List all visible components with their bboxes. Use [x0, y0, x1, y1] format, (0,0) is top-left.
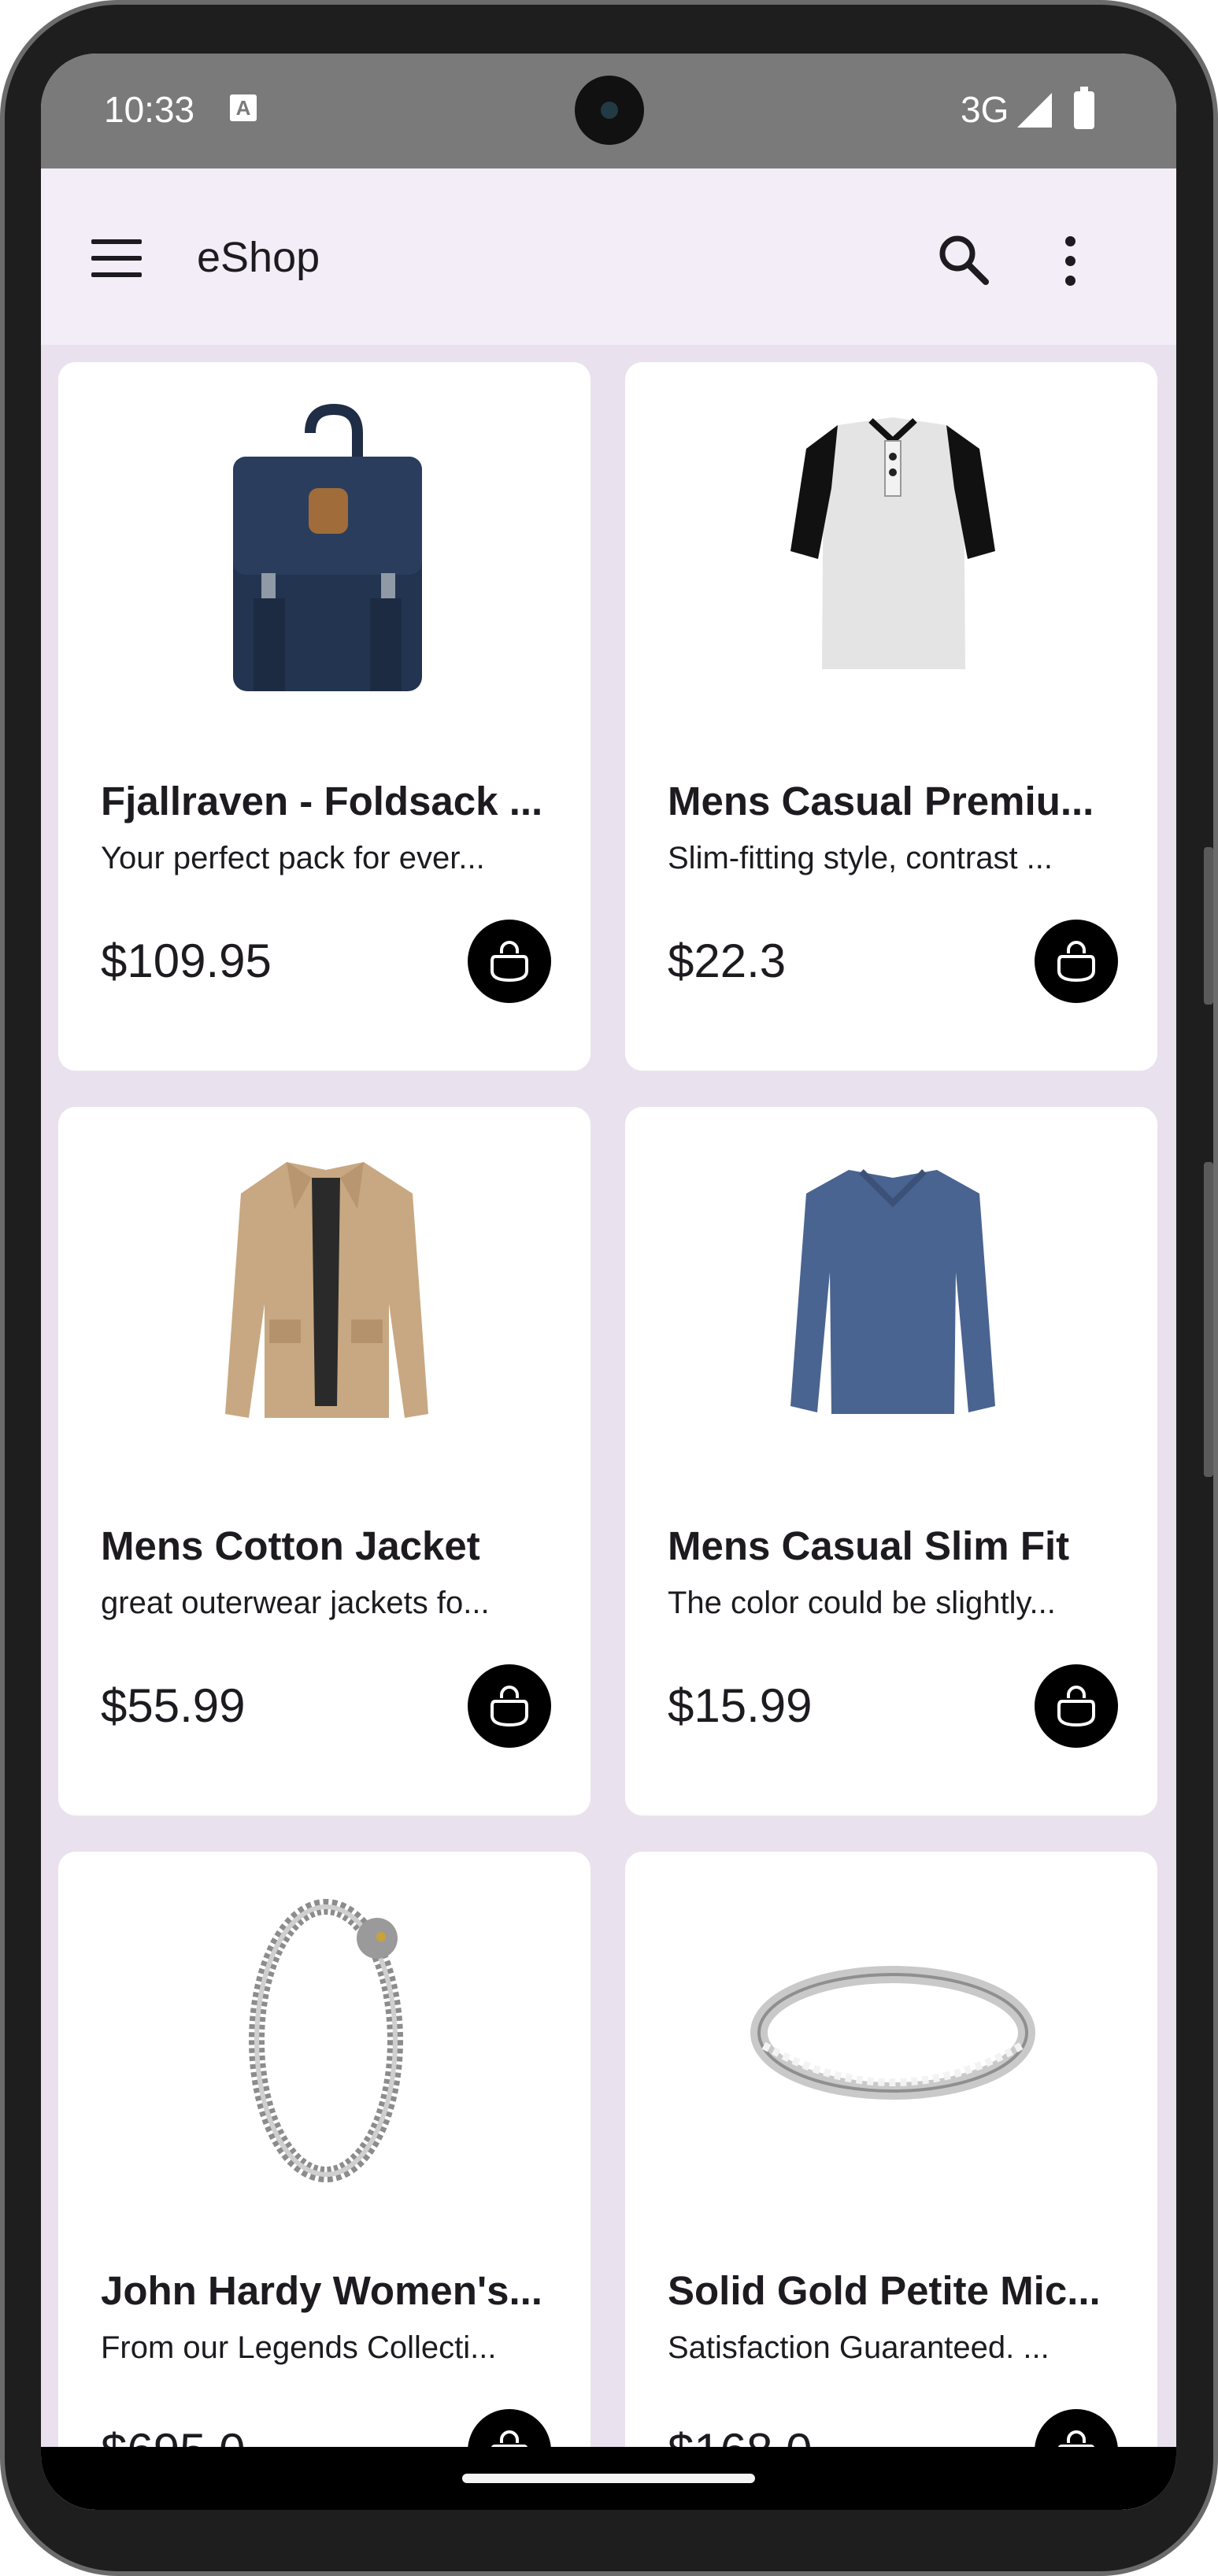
product-description: great outerwear jackets fo... — [101, 1586, 490, 1620]
ring-image — [750, 1966, 1035, 2100]
product-description: Satisfaction Guaranteed. ... — [668, 2330, 1050, 2365]
product-price: $109.95 — [101, 935, 272, 987]
gesture-handle[interactable] — [462, 2474, 755, 2483]
add-to-cart-button[interactable] — [468, 920, 551, 1003]
add-to-cart-button[interactable] — [468, 1664, 551, 1748]
product-title: Fjallraven - Foldsack ... — [101, 779, 543, 824]
shopping-bag-icon — [491, 941, 528, 983]
jacket-image — [225, 1162, 428, 1418]
menu-icon[interactable] — [91, 239, 142, 277]
phone-frame: 10:33 A 3G eShop Fjallraven - Foldsack .… — [0, 0, 1218, 2576]
add-to-cart-button[interactable] — [1035, 920, 1118, 1003]
product-title: John Hardy Women's... — [101, 2268, 542, 2313]
product-description: The color could be slightly... — [668, 1586, 1056, 1620]
shopping-bag-icon — [1057, 1686, 1095, 1727]
shopping-bag-icon — [1057, 941, 1095, 983]
product-price: $15.99 — [668, 1679, 813, 1732]
product-card[interactable]: Solid Gold Petite Mic... Satisfaction Gu… — [625, 1852, 1157, 2510]
long-sleeve-shirt-image — [790, 1169, 995, 1414]
product-price: $55.99 — [101, 1679, 246, 1732]
product-description: Your perfect pack for ever... — [101, 841, 485, 875]
product-title: Solid Gold Petite Mic... — [668, 2268, 1101, 2313]
product-description: From our Legends Collecti... — [101, 2330, 497, 2365]
search-icon[interactable] — [935, 231, 990, 287]
product-card[interactable]: Fjallraven - Foldsack ... Your perfect p… — [58, 362, 590, 1071]
product-title: Mens Cotton Jacket — [101, 1523, 480, 1568]
battery-icon — [1074, 87, 1094, 129]
shopping-bag-icon — [491, 1686, 528, 1727]
network-type: 3G — [961, 89, 1009, 130]
product-price: $22.3 — [668, 935, 787, 987]
product-description: Slim-fitting style, contrast ... — [668, 841, 1053, 875]
product-card[interactable]: Mens Cotton Jacket great outerwear jacke… — [58, 1107, 590, 1815]
backpack-image — [233, 403, 422, 691]
status-time: 10:33 — [104, 89, 195, 130]
notification-icon: A — [230, 94, 257, 121]
more-options-icon[interactable] — [1063, 236, 1079, 287]
power-button — [1204, 1162, 1213, 1477]
volume-button — [1204, 847, 1213, 1005]
product-title: Mens Casual Premiu... — [668, 779, 1094, 824]
system-navigation-bar — [41, 2447, 1176, 2510]
status-bar: 10:33 A 3G — [41, 54, 1176, 168]
screen: 10:33 A 3G eShop Fjallraven - Foldsack .… — [41, 54, 1176, 2510]
product-card[interactable]: Mens Casual Premiu... Slim-fitting style… — [625, 362, 1157, 1071]
product-card[interactable]: Mens Casual Slim Fit The color could be … — [625, 1107, 1157, 1815]
app-bar: eShop — [41, 168, 1176, 345]
product-card[interactable]: John Hardy Women's... From our Legends C… — [58, 1852, 590, 2510]
bracelet-image — [249, 1899, 403, 2182]
signal-icon — [1017, 93, 1052, 128]
app-title: eShop — [197, 234, 320, 281]
product-title: Mens Casual Slim Fit — [668, 1523, 1070, 1568]
front-camera — [575, 76, 644, 145]
add-to-cart-button[interactable] — [1035, 1664, 1118, 1748]
raglan-tshirt-image — [790, 417, 995, 669]
